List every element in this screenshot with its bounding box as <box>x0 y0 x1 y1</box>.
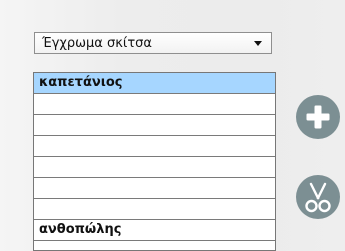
item-list[interactable]: καπετάνιος ανθοπώλης <box>33 72 276 251</box>
category-dropdown[interactable]: Έγχρωμα σκίτσα <box>34 32 272 54</box>
list-item[interactable]: καπετάνιος <box>34 73 275 94</box>
list-item-label: καπετάνιος <box>39 75 123 90</box>
list-item[interactable] <box>34 199 275 220</box>
plus-icon <box>306 105 330 129</box>
list-item-label: ανθοπώλης <box>39 222 122 237</box>
category-dropdown-value: Έγχρωμα σκίτσα <box>42 36 152 51</box>
list-item[interactable]: ανθοπώλης <box>34 220 275 241</box>
cut-button[interactable] <box>296 175 340 219</box>
list-item[interactable] <box>34 178 275 199</box>
content-panel: Έγχρωμα σκίτσα καπετάνιος ανθοπώλης <box>0 0 345 251</box>
chevron-down-icon[interactable] <box>254 41 262 46</box>
scissors-icon <box>305 182 331 213</box>
list-item[interactable] <box>34 115 275 136</box>
list-item[interactable] <box>34 157 275 178</box>
list-item[interactable] <box>34 94 275 115</box>
add-button[interactable] <box>296 95 340 139</box>
list-item[interactable] <box>34 136 275 157</box>
